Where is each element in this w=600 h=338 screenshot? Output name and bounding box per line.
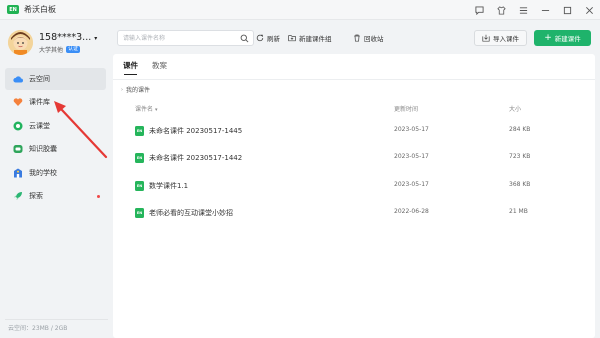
row-updated: 2023-05-17 [394, 126, 429, 133]
restore-icon[interactable] [556, 0, 578, 20]
chat-icon[interactable] [468, 0, 490, 20]
row-size: 723 KB [509, 153, 531, 160]
sidebar-item-label: 云空间 [29, 75, 50, 83]
refresh-button[interactable]: 刷新 [256, 31, 280, 45]
user-role-text: 大学其他 [39, 47, 64, 54]
breadcrumb[interactable]: › 我的课件 [121, 85, 151, 95]
user-name[interactable]: 158****3... ▾ [39, 32, 97, 43]
new-courseware-button[interactable]: + 新建课件 [534, 30, 591, 46]
table-row[interactable]: EN 未命名课件 20230517-1442 2023-05-17 723 KB [113, 145, 595, 171]
chevron-down-icon: ▾ [94, 35, 98, 42]
import-icon [482, 34, 490, 42]
heart-icon [13, 97, 23, 107]
column-header-updated-text: 更新时间 [394, 106, 419, 113]
search-box[interactable] [117, 30, 254, 46]
verified-badge: 认证 [66, 46, 81, 53]
menu-icon[interactable] [512, 0, 534, 20]
row-name: 数学课件1.1 [149, 182, 189, 190]
sidebar-item-label: 探索 [29, 191, 43, 200]
row-size: 368 KB [509, 181, 531, 188]
sidebar-item-knowledge-capsule[interactable]: 知识胶囊 [5, 138, 106, 160]
new-label: 新建课件 [554, 35, 581, 43]
plus-icon: + [544, 33, 552, 43]
recycle-bin-button[interactable]: 回收站 [353, 31, 384, 45]
sidebar-item-label: 课件库 [29, 98, 50, 107]
divider [5, 319, 108, 320]
courseware-file-icon: EN [135, 181, 144, 191]
sidebar-item-cloud-classroom[interactable]: 云课堂 [5, 115, 106, 137]
circle-play-icon [13, 121, 23, 131]
refresh-icon [256, 34, 264, 42]
row-updated: 2023-05-17 [394, 153, 429, 160]
avatar[interactable] [8, 30, 33, 55]
sidebar-item-label: 知识胶囊 [29, 145, 57, 154]
notification-dot [97, 194, 100, 198]
cloud-icon [13, 74, 23, 84]
row-name: 未命名课件 20230517-1442 [149, 154, 243, 162]
recycle-bin-label: 回收站 [364, 35, 384, 43]
app-title: 希沃白板 [24, 5, 56, 14]
tab-bar: 课件 教案 [123, 59, 181, 79]
sidebar-item-label: 我的学校 [29, 168, 57, 177]
column-header-size[interactable]: 大小 [509, 104, 521, 113]
user-role: 大学其他 认证 [39, 45, 81, 54]
row-updated: 2022-06-28 [394, 208, 429, 215]
sidebar-item-courseware-library[interactable]: 课件库 [5, 91, 106, 113]
user-name-text: 158****3... [39, 32, 92, 43]
row-updated: 2023-05-17 [394, 181, 429, 188]
caret-right-icon: › [121, 86, 123, 93]
table-header: 课件名 ▾ 更新时间 大小 [113, 103, 595, 115]
row-size: 284 KB [509, 126, 531, 133]
import-label: 导入课件 [493, 35, 519, 43]
sort-icon: ▾ [154, 107, 158, 113]
tab-courseware[interactable]: 课件 [123, 59, 138, 75]
sidebar-item-label: 云课堂 [29, 121, 50, 130]
storage-usage: 云空间：23MB / 2GB [8, 325, 68, 332]
new-group-label: 新建课件组 [299, 35, 332, 43]
rocket-icon [13, 191, 23, 201]
sidebar-item-cloud-space[interactable]: 云空间 [5, 68, 106, 90]
app-logo: EN [7, 5, 19, 14]
title-bar: EN 希沃白板 [0, 0, 600, 20]
user-profile[interactable]: 158****3... ▾ 大学其他 认证 [8, 30, 108, 56]
capsule-icon [13, 144, 23, 154]
row-name: 老师必看的互动课堂小妙招 [149, 209, 233, 217]
minimize-icon[interactable] [534, 0, 556, 20]
sidebar: 158****3... ▾ 大学其他 认证 云空间 课件库 云课堂 知识胶囊 我… [0, 21, 113, 338]
divider [113, 79, 595, 80]
column-header-name[interactable]: 课件名 ▾ [135, 104, 157, 113]
table-row[interactable]: EN 未命名课件 20230517-1445 2023-05-17 284 KB [113, 118, 595, 144]
sidebar-item-my-school[interactable]: 我的学校 [5, 162, 106, 184]
close-icon[interactable] [578, 0, 600, 20]
row-size: 21 MB [509, 208, 528, 215]
column-header-updated[interactable]: 更新时间 [394, 104, 418, 113]
trash-icon [354, 34, 360, 42]
column-header-size-text: 大小 [509, 106, 522, 113]
school-icon [13, 168, 23, 178]
refresh-label: 刷新 [267, 35, 280, 43]
table-row[interactable]: EN 数学课件1.1 2023-05-17 368 KB [113, 173, 595, 199]
column-header-name-text: 课件名 [135, 106, 154, 113]
sidebar-nav: 云空间 课件库 云课堂 知识胶囊 我的学校 探索 [5, 68, 106, 208]
table-row[interactable]: EN 老师必看的互动课堂小妙招 2022-06-28 21 MB [113, 200, 595, 226]
row-name: 未命名课件 20230517-1445 [149, 127, 243, 135]
breadcrumb-label: 我的课件 [126, 87, 151, 94]
courseware-file-icon: EN [135, 126, 144, 136]
shirt-icon[interactable] [490, 0, 512, 20]
import-courseware-button[interactable]: 导入课件 [474, 30, 527, 46]
search-icon[interactable] [240, 34, 249, 43]
courseware-file-icon: EN [135, 208, 144, 218]
search-input[interactable] [118, 31, 228, 45]
main-panel: 课件 教案 › 我的课件 课件名 ▾ 更新时间 大小 EN 未命名课件 2023… [113, 54, 595, 338]
folder-plus-icon [288, 35, 296, 42]
sidebar-item-explore[interactable]: 探索 [5, 185, 106, 207]
toolbar: 刷新 新建课件组 回收站 导入课件 + 新建课件 [113, 21, 600, 55]
courseware-file-icon: EN [135, 153, 144, 163]
tab-lesson-plan[interactable]: 教案 [152, 59, 167, 75]
new-group-button[interactable]: 新建课件组 [288, 31, 332, 45]
